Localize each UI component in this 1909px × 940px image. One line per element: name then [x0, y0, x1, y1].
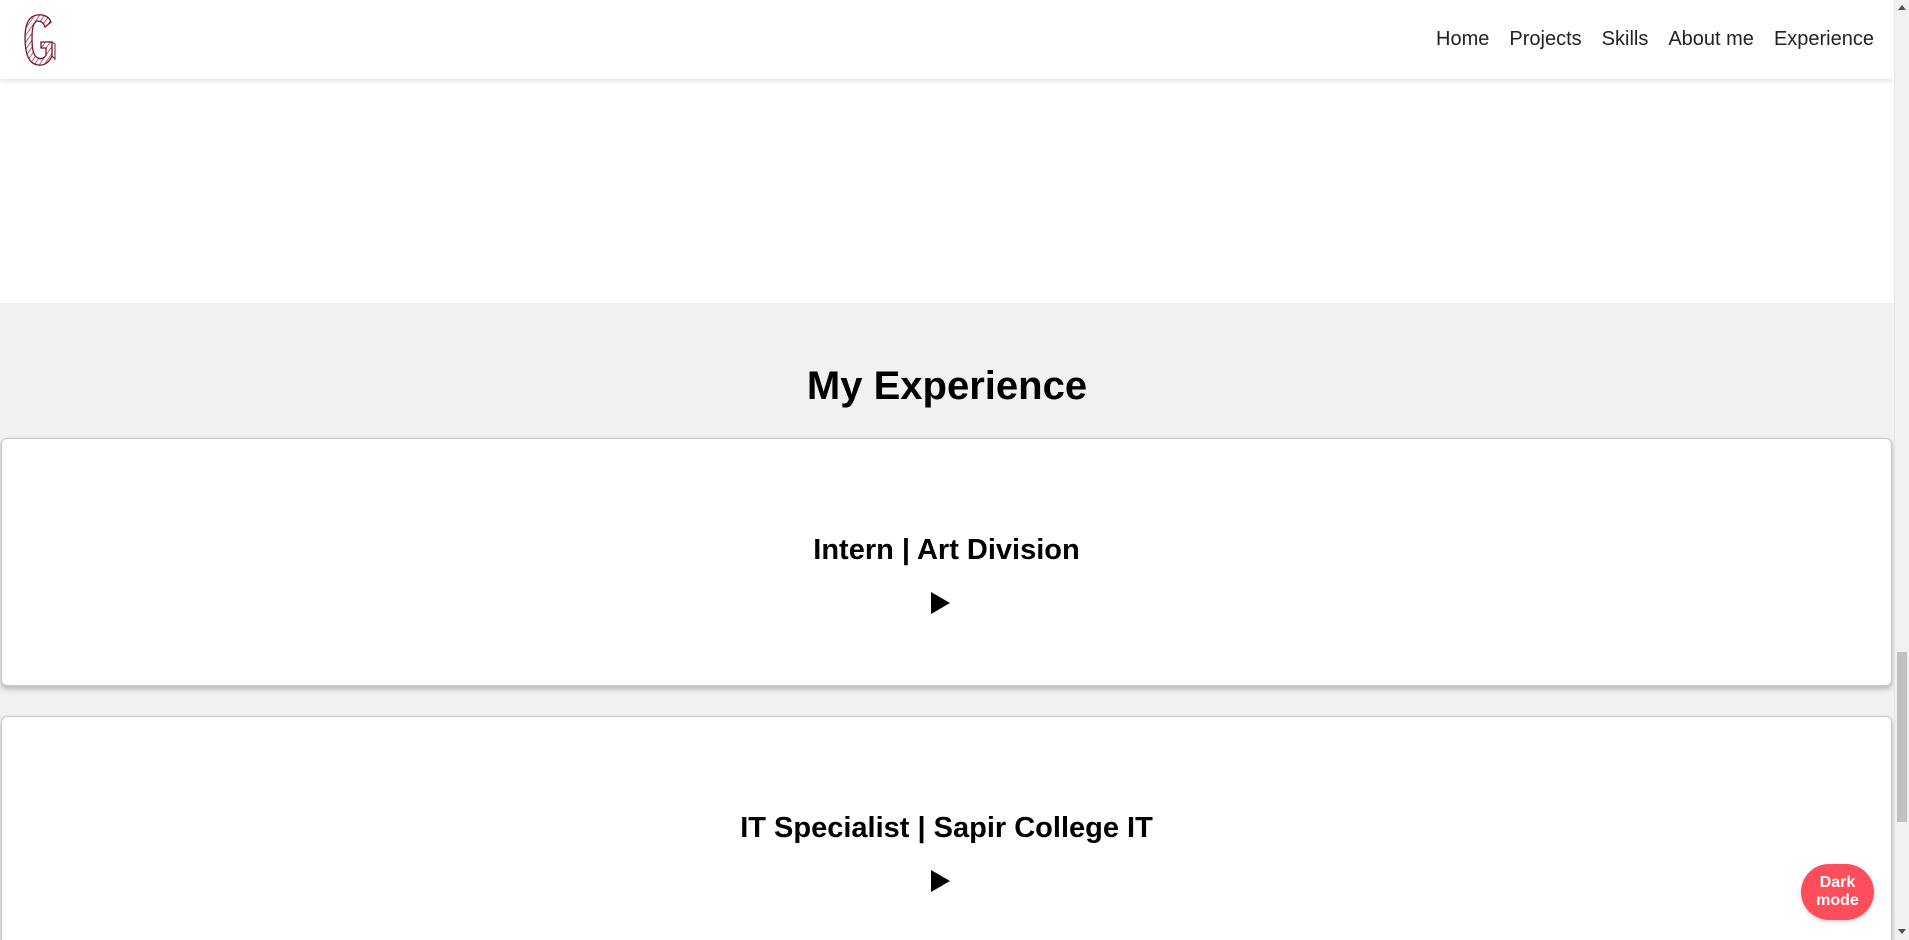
- nav-experience[interactable]: Experience: [1764, 28, 1884, 51]
- nav-home[interactable]: Home: [1426, 28, 1499, 51]
- nav-skills[interactable]: Skills: [1592, 28, 1659, 51]
- nav-links: Home Projects Skills About me Experience: [1426, 0, 1884, 79]
- scroll-up-arrow-icon[interactable]: [1898, 5, 1906, 10]
- page: Home Projects Skills About me Experience…: [0, 0, 1909, 940]
- play-icon[interactable]: [931, 592, 950, 614]
- experience-card-title: Intern | Art Division: [813, 534, 1080, 566]
- play-icon[interactable]: [931, 870, 950, 892]
- page-content: Home Projects Skills About me Experience…: [0, 0, 1894, 940]
- scroll-down-arrow-icon[interactable]: [1898, 929, 1906, 934]
- experience-card-title: IT Specialist | Sapir College IT: [740, 812, 1153, 844]
- experience-card[interactable]: Intern | Art Division: [1, 438, 1892, 686]
- nav-projects[interactable]: Projects: [1499, 28, 1591, 51]
- scroll-thumb[interactable]: [1897, 652, 1907, 822]
- experience-card[interactable]: IT Specialist | Sapir College IT: [1, 716, 1892, 940]
- navbar: Home Projects Skills About me Experience: [0, 0, 1894, 79]
- dark-mode-button[interactable]: Dark mode: [1801, 864, 1874, 920]
- nav-about-me[interactable]: About me: [1658, 28, 1764, 51]
- experience-title: My Experience: [806, 364, 1088, 408]
- logo-icon[interactable]: [22, 12, 58, 68]
- previous-section-bottom: [0, 79, 1894, 303]
- scrollbar[interactable]: [1894, 0, 1909, 940]
